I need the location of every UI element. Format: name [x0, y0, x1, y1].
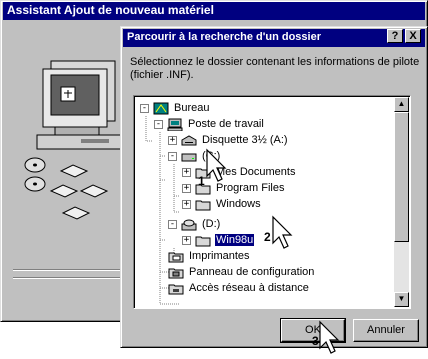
folder-tree[interactable]: - Bureau - Poste de travail + Disquette … — [133, 95, 411, 309]
tree-item-label: Imprimantes — [189, 250, 250, 262]
tree-item-label: (C:) — [202, 150, 221, 162]
tree-item-win98u[interactable]: + Win98u — [182, 232, 255, 248]
expand-toggle[interactable]: + — [182, 235, 191, 245]
collapse-toggle[interactable]: - — [168, 151, 177, 161]
tree-item-d-drive[interactable]: - (D:) — [168, 216, 221, 232]
dialup-icon — [168, 282, 184, 295]
vertical-scrollbar[interactable]: ▲ ▼ — [394, 97, 409, 307]
tree-item-label: Bureau — [174, 102, 210, 114]
tree-item-windows[interactable]: + Windows — [182, 196, 262, 212]
close-button[interactable]: X — [405, 29, 421, 43]
dialog-title: Parcourir à la recherche d'un dossier — [123, 29, 425, 47]
folder-icon — [195, 234, 211, 247]
cancel-button[interactable]: Annuler — [353, 319, 419, 342]
tree-item-panneau-de-configuration[interactable]: Panneau de configuration — [168, 264, 315, 280]
tree-item-c-drive[interactable]: - (C:) — [168, 148, 221, 164]
expand-toggle[interactable]: + — [182, 199, 191, 209]
tree-item-label: Poste de travail — [188, 118, 264, 130]
cd-icon — [24, 157, 46, 173]
expand-toggle[interactable]: + — [168, 135, 177, 145]
tree-item-label: Panneau de configuration — [189, 266, 315, 278]
instruction-text: Sélectionnez le dossier contenant les in… — [130, 56, 420, 81]
wizard-title: Assistant Ajout de nouveau matériel — [3, 2, 425, 20]
tree-item-label: Win98u — [215, 234, 255, 246]
tree-item-label: Windows — [216, 198, 261, 210]
browse-folder-dialog: Parcourir à la recherche d'un dossier ? … — [120, 26, 428, 348]
tree-item-label: (D:) — [202, 218, 221, 230]
printers-icon — [168, 250, 184, 263]
tree-item-label: Disquette 3½ (A:) — [202, 134, 288, 146]
folder-icon — [195, 198, 211, 211]
tree-item-imprimantes[interactable]: Imprimantes — [168, 248, 251, 264]
cd-icon — [24, 176, 46, 192]
cd-drive-icon — [181, 218, 197, 231]
expand-toggle[interactable]: + — [182, 183, 191, 193]
step-2-label: 2 — [264, 230, 271, 244]
expand-toggle[interactable]: + — [182, 167, 191, 177]
monitor-icon — [36, 60, 124, 150]
tree-item-label: Accès réseau à distance — [189, 282, 309, 294]
tree-item-poste-de-travail[interactable]: - Poste de travail — [154, 116, 265, 132]
scroll-thumb[interactable] — [394, 112, 409, 242]
control-panel-icon — [168, 266, 184, 279]
desktop-icon — [153, 102, 169, 115]
tree-item-label: Program Files — [216, 182, 285, 194]
step-1-label: 1 — [198, 174, 205, 188]
tree-item-acces-reseau[interactable]: Accès réseau à distance — [168, 280, 310, 296]
floppy-disk-icon — [49, 164, 109, 220]
computer-icon — [167, 118, 183, 131]
collapse-toggle[interactable]: - — [154, 119, 163, 129]
scroll-down-icon[interactable]: ▼ — [394, 292, 409, 307]
scroll-up-icon[interactable]: ▲ — [394, 97, 409, 112]
step-3-label: 3 — [312, 334, 319, 348]
floppy-drive-icon — [181, 134, 197, 147]
tree-item-disquette[interactable]: + Disquette 3½ (A:) — [168, 132, 289, 148]
wizard-separator — [13, 269, 125, 271]
tree-item-label: Mes Documents — [216, 166, 296, 178]
hard-drive-icon — [181, 150, 197, 163]
wizard-separator — [13, 277, 125, 279]
tree-item-bureau[interactable]: - Bureau — [140, 100, 210, 116]
collapse-toggle[interactable]: - — [140, 103, 149, 113]
collapse-toggle[interactable]: - — [168, 219, 177, 229]
help-button[interactable]: ? — [387, 29, 403, 43]
wizard-illustration — [24, 60, 124, 220]
